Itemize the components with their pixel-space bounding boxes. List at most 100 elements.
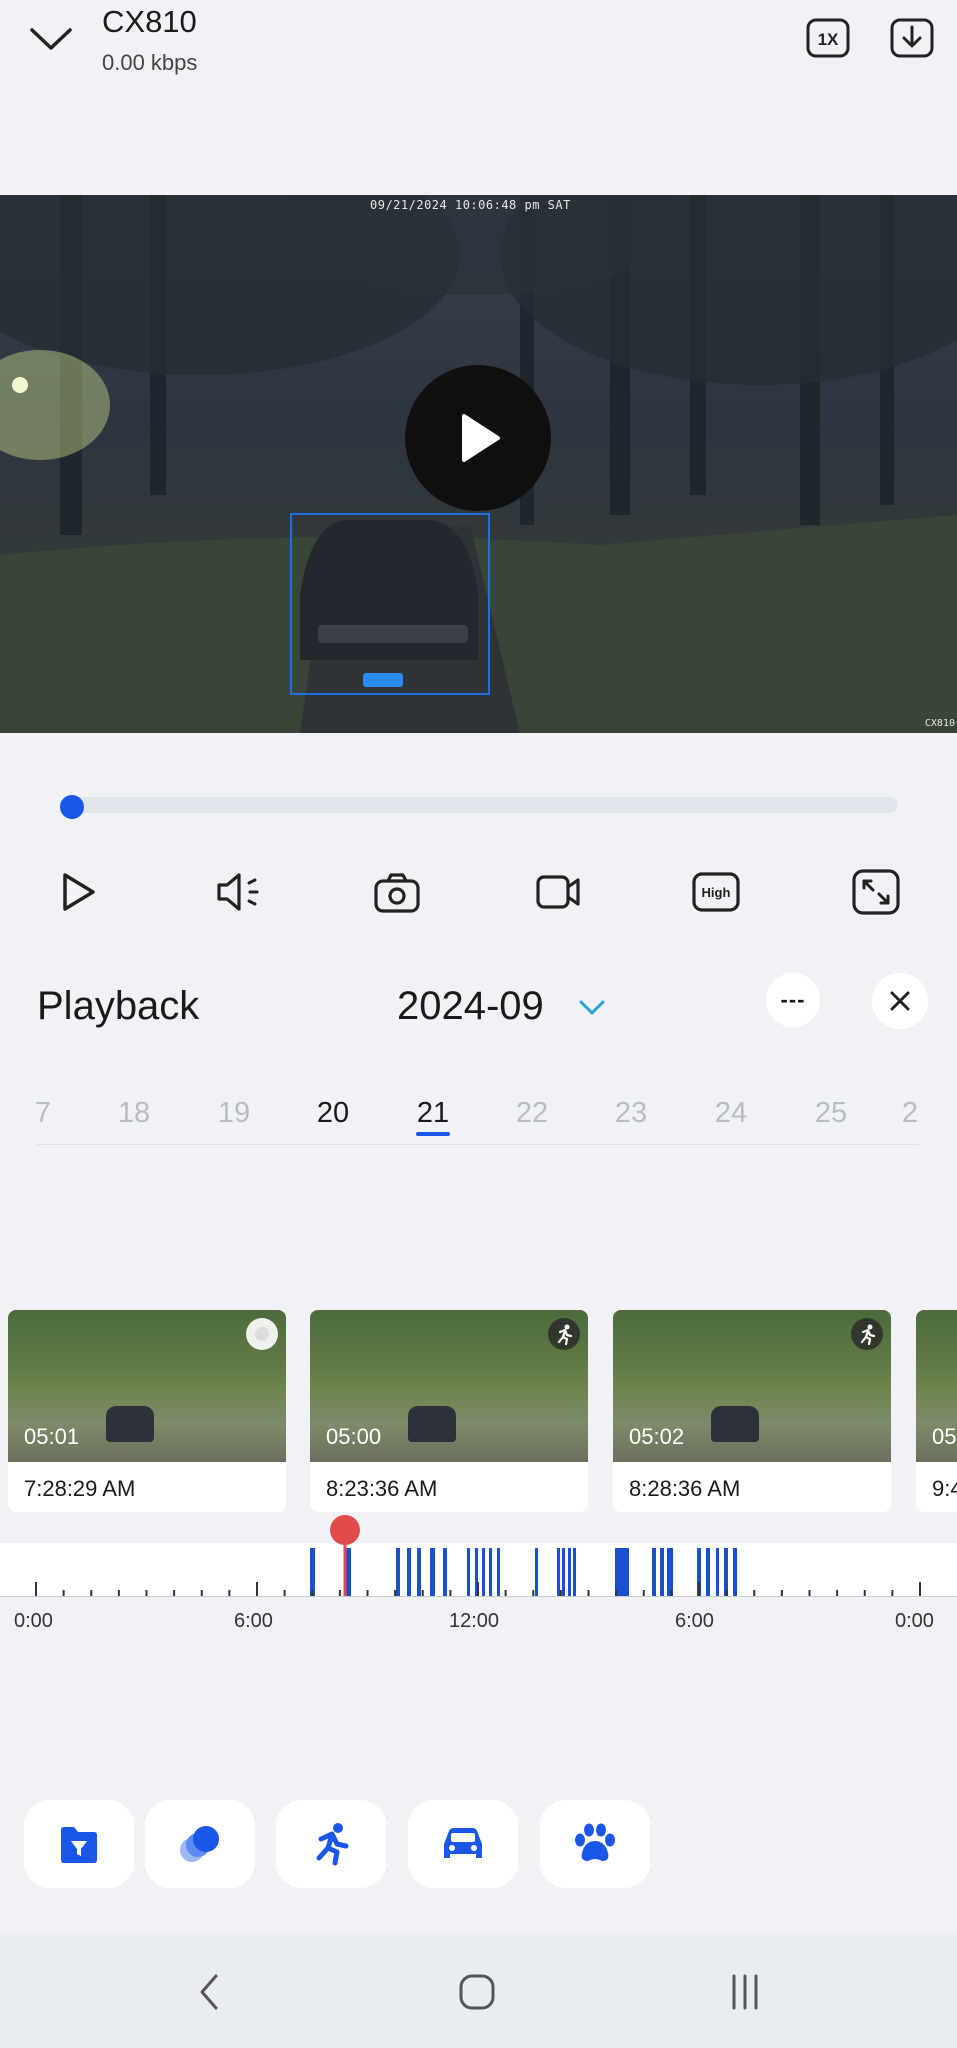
day-item-selected[interactable]: 21 (403, 1097, 463, 1130)
timeline-event-bar (489, 1548, 492, 1596)
timeline-event-bar (443, 1548, 447, 1596)
filter-all-events-button[interactable] (145, 1800, 255, 1888)
close-icon (890, 991, 910, 1011)
recents-icon (732, 1974, 758, 2010)
download-icon[interactable] (884, 12, 940, 64)
timeline-event-bar (562, 1548, 565, 1596)
month-selector[interactable]: 2024-09 (397, 984, 544, 1029)
chevron-down-icon[interactable] (575, 996, 609, 1020)
timeline-event-bar (733, 1548, 737, 1596)
event-time: 8:23:36 AM (326, 1476, 438, 1501)
event-card[interactable]: 05:02 8:28:36 AM (613, 1310, 891, 1512)
timeline-event-bar (467, 1548, 470, 1596)
day-item[interactable]: 19 (204, 1097, 264, 1130)
play-icon (462, 414, 500, 462)
selected-day-underline (416, 1132, 450, 1136)
filter-pet-button[interactable] (540, 1800, 650, 1888)
close-button[interactable] (872, 973, 928, 1029)
play-overlay-button[interactable] (405, 365, 551, 511)
play-button[interactable] (48, 862, 108, 922)
day-item[interactable]: 23 (601, 1097, 661, 1130)
nav-back-button[interactable] (180, 1962, 240, 2022)
vehicle-detection-box (290, 513, 490, 695)
volume-icon (217, 873, 259, 911)
event-card[interactable]: 05:01 7:28:29 AM (8, 1310, 286, 1512)
file-icon (61, 1827, 97, 1863)
timeline-cursor (330, 1515, 360, 1596)
volume-button[interactable] (209, 862, 269, 922)
snapshot-button[interactable] (367, 862, 427, 922)
snapshot-icon (374, 873, 420, 913)
event-card[interactable]: 05:00 8:23:36 AM (310, 1310, 588, 1512)
svg-text:1X: 1X (818, 30, 839, 49)
timeline-event-bar (497, 1548, 500, 1596)
person-icon (316, 1823, 349, 1866)
more-button[interactable]: --- (766, 973, 820, 1027)
video-timestamp: 09/21/2024 10:06:48 pm SAT (370, 198, 571, 212)
day-item[interactable]: 7 (13, 1097, 73, 1130)
timeline-events (310, 1548, 737, 1596)
fullscreen-button[interactable] (846, 862, 906, 922)
day-item[interactable]: 22 (502, 1097, 562, 1130)
all-events-icon (180, 1826, 219, 1862)
video-player[interactable]: 09/21/2024 10:06:48 pm SAT CX810 (0, 195, 957, 733)
timeline-event-bar (660, 1548, 664, 1596)
back-icon (200, 1974, 218, 2010)
timeline-event-bar (615, 1548, 629, 1596)
record-button[interactable] (529, 862, 589, 922)
quality-button[interactable]: High (686, 862, 746, 922)
vehicle-icon (444, 1828, 482, 1858)
chevron-down-icon[interactable] (26, 14, 76, 64)
timeline-event-bar (706, 1548, 710, 1596)
timeline-event-bar (396, 1548, 400, 1596)
timeline-event-bar (310, 1548, 315, 1596)
timeline-label: 6:00 (234, 1610, 273, 1632)
event-duration: 05:00 (326, 1424, 382, 1449)
motion-icon (851, 1318, 883, 1350)
timeline-label: 0:00 (14, 1610, 53, 1632)
nav-home-button[interactable] (447, 1962, 507, 2022)
filter-vehicle-button[interactable] (408, 1800, 518, 1888)
timeline-event-bar (724, 1548, 728, 1596)
event-card[interactable]: 05 9:4 (916, 1310, 957, 1512)
event-duration: 05:01 (24, 1424, 80, 1449)
motion-icon (548, 1318, 580, 1350)
filter-file-button[interactable] (24, 1800, 134, 1888)
record-icon (536, 875, 580, 909)
timeline-event-bar (417, 1548, 421, 1596)
filter-person-button[interactable] (276, 1800, 386, 1888)
day-item[interactable]: 25 (801, 1097, 861, 1130)
fullscreen-icon (852, 869, 900, 915)
timeline-event-bar (573, 1548, 576, 1596)
cloud-icon (246, 1318, 278, 1350)
svg-text:High: High (702, 885, 731, 900)
timeline-event-bar (407, 1548, 411, 1596)
timeline-event-bar (535, 1548, 538, 1596)
timeline-event-bar (557, 1548, 560, 1596)
event-time: 9:4 (932, 1476, 957, 1501)
timeline-event-bar (716, 1548, 719, 1596)
timeline-event-bar (346, 1548, 351, 1596)
progress-track[interactable] (60, 797, 898, 813)
day-item[interactable]: 2 (890, 1097, 930, 1130)
timeline-baseline (0, 1596, 957, 1597)
bitrate-label: 0.00 kbps (102, 50, 198, 75)
video-camera-label: CX810 (924, 718, 955, 729)
event-time: 8:28:36 AM (629, 1476, 741, 1501)
nav-recents-button[interactable] (715, 1962, 775, 2022)
play-icon (63, 873, 95, 911)
day-item[interactable]: 18 (104, 1097, 164, 1130)
timeline-event-bar (568, 1548, 571, 1596)
timeline-event-bar (667, 1548, 673, 1596)
playback-title: Playback (37, 984, 200, 1028)
event-time: 7:28:29 AM (24, 1476, 136, 1501)
timeline-event-bar (482, 1548, 485, 1596)
progress-knob[interactable] (60, 795, 84, 819)
speed-1x-icon[interactable]: 1X (800, 12, 856, 64)
day-item[interactable]: 20 (303, 1097, 363, 1130)
timeline-event-bar (430, 1548, 435, 1596)
timeline-event-bar (652, 1548, 656, 1596)
quality-high-icon: High (692, 872, 740, 912)
day-item[interactable]: 24 (701, 1097, 761, 1130)
home-icon (459, 1974, 495, 2010)
